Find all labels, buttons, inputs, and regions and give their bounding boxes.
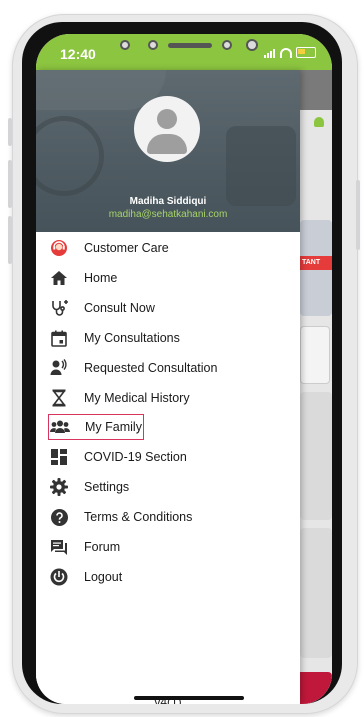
wifi-icon [280, 47, 292, 58]
headset-icon [48, 238, 70, 258]
phone-volume-up-button [8, 160, 12, 208]
stethoscope-plus-icon [48, 298, 70, 318]
menu-item-label: Requested Consultation [84, 361, 218, 375]
menu-item-consult-now[interactable]: Consult Now [48, 295, 298, 321]
menu-item-my-consultations[interactable]: My Consultations [48, 325, 298, 351]
menu-item-covid-19-section[interactable]: COVID-19 Section [48, 444, 298, 470]
menu-item-customer-care[interactable]: Customer Care [48, 235, 298, 261]
consultant-tag: TANT [300, 256, 332, 270]
hourglass-icon [48, 388, 70, 408]
menu-item-label: My Medical History [84, 391, 190, 405]
phone-mute-button [8, 118, 12, 146]
drawer-header: Madiha Siddiqui madiha@sehatkahani.com [36, 70, 300, 232]
gear-icon [48, 477, 70, 497]
background-card [300, 326, 330, 384]
menu-item-label: Home [84, 271, 118, 285]
menu-item-label: My Consultations [84, 331, 180, 345]
sensor-dot [120, 40, 130, 50]
person-voice-icon [48, 358, 70, 378]
bell-icon[interactable] [314, 117, 324, 127]
menu-item-terms-conditions[interactable]: Terms & Conditions [48, 504, 298, 530]
status-bar: 12:40 [36, 34, 332, 70]
help-icon [48, 507, 70, 527]
power-icon [48, 567, 70, 587]
menu-item-my-medical-history[interactable]: My Medical History [48, 385, 298, 411]
avatar-head [157, 109, 177, 129]
phone-screen: TANT acies 12:40 [36, 34, 332, 704]
menu-item-requested-consultation[interactable]: Requested Consultation [48, 355, 298, 381]
signal-icon [264, 48, 276, 58]
calendar-icon [48, 328, 70, 348]
background-app-header [300, 70, 332, 110]
menu-item-label: Consult Now [84, 301, 155, 315]
phone-power-button [356, 180, 360, 250]
menu-item-label: Logout [84, 570, 123, 584]
menu-item-label: Settings [84, 480, 130, 494]
user-name: Madiha Siddiqui [129, 196, 207, 207]
menu-item-label: COVID-19 Section [84, 450, 187, 464]
home-indicator[interactable] [134, 696, 244, 700]
status-icons [264, 47, 316, 58]
menu-item-label: Forum [84, 540, 121, 554]
menu-item-settings[interactable]: Settings [48, 474, 298, 500]
equipment-decoration [226, 126, 296, 206]
family-icon [49, 417, 71, 437]
background-card [300, 392, 332, 520]
sensor-dot [148, 40, 158, 50]
forum-icon [48, 537, 70, 557]
avatar-body [147, 134, 187, 154]
avatar[interactable] [134, 96, 200, 162]
stethoscope-decoration [36, 116, 104, 196]
menu-item-logout[interactable]: Logout [48, 564, 298, 590]
background-action-button [300, 672, 332, 704]
battery-icon [296, 47, 316, 58]
menu-item-home[interactable]: Home [48, 265, 298, 291]
home-icon [48, 268, 70, 288]
user-email: madiha@sehatkahani.com [108, 209, 228, 220]
sensor-dot [222, 40, 232, 50]
menu-item-label: Terms & Conditions [84, 510, 193, 524]
front-camera [246, 39, 258, 51]
menu-item-label: My Family [85, 420, 142, 434]
menu-item-forum[interactable]: Forum [48, 534, 298, 560]
status-time: 12:40 [60, 46, 96, 62]
phone-volume-down-button [8, 216, 12, 264]
dashboard-icon [48, 447, 70, 467]
speaker-grille [168, 43, 212, 48]
navigation-drawer: Madiha Siddiqui madiha@sehatkahani.com C… [36, 70, 300, 704]
menu-item-my-family[interactable]: My Family [48, 414, 144, 440]
camera-notch [110, 34, 260, 56]
background-card [300, 528, 332, 658]
menu-item-label: Customer Care [84, 241, 169, 255]
